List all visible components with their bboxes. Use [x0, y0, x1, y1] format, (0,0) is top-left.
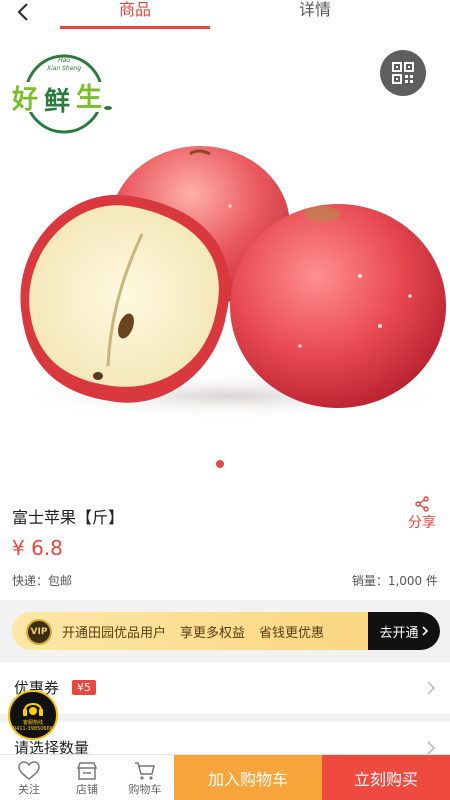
vip-text-2: 享更多权益 [180, 625, 246, 641]
tab-details[interactable]: 详情 [240, 0, 390, 32]
svg-text:Xian Sheng: Xian Sheng [46, 65, 81, 72]
share-button[interactable]: 分享 [408, 496, 436, 532]
product-price: ¥ 6.8 [12, 536, 63, 560]
svg-text:Hao: Hao [58, 57, 70, 64]
buy-now-button[interactable]: 立刻购买 [322, 755, 450, 800]
share-label: 分享 [408, 515, 436, 531]
bottom-action-bar: 关注 店铺 购物车 加入购物车 立刻购买 [0, 754, 450, 800]
svg-text:生: 生 [76, 83, 102, 113]
cart-button[interactable]: 购物车 [120, 761, 170, 797]
favorite-label: 关注 [18, 783, 40, 796]
qr-code-button[interactable] [380, 50, 426, 96]
gallery-indicator-dot[interactable] [216, 460, 224, 468]
vip-text-3: 省钱更优惠 [259, 625, 325, 641]
service-title: 客服热线 [22, 720, 43, 726]
share-icon [415, 496, 429, 512]
headset-icon [23, 703, 43, 716]
svg-text:鲜: 鲜 [44, 87, 70, 117]
favorite-button[interactable]: 关注 [4, 761, 54, 797]
product-name: 富士苹果【斤】 [12, 508, 125, 527]
svg-text:好: 好 [11, 85, 38, 115]
service-phone: 0411-39850666 [13, 726, 53, 732]
add-to-cart-button[interactable]: 加入购物车 [174, 755, 322, 800]
shipping-info: 快递：包邮 [12, 574, 73, 588]
heart-icon [18, 761, 40, 780]
vip-text-1: 开通田园优品用户 [62, 625, 167, 641]
store-label: 店铺 [76, 783, 98, 796]
product-photo [10, 146, 450, 420]
sales-count: 销量：1,000 件 [351, 574, 438, 588]
qr-code-icon [392, 62, 414, 84]
back-button[interactable] [8, 0, 38, 24]
product-gallery[interactable]: Hao Xian Sheng 好 鲜 生 [0, 36, 450, 476]
coupon-row[interactable]: 优惠券 ¥5 [0, 662, 450, 714]
chevron-right-icon [421, 626, 428, 636]
vip-banner[interactable]: VIP 开通田园优品用户 享更多权益 省钱更优惠 去开通 [12, 612, 440, 650]
top-bar: 商品 详情 [0, 0, 450, 36]
chevron-left-icon [17, 3, 28, 21]
product-info: 富士苹果【斤】 分享 ¥ 6.8 快递：包邮 销量：1,000 件 [0, 476, 450, 600]
store-button[interactable]: 店铺 [62, 761, 112, 797]
store-icon [76, 762, 98, 780]
cart-icon [135, 762, 155, 780]
vip-activate-label: 去开通 [379, 625, 419, 641]
vip-activate-button[interactable]: 去开通 [368, 612, 440, 650]
chevron-right-icon [427, 681, 436, 695]
customer-service-button[interactable]: 客服热线 0411-39850666 [8, 690, 58, 740]
vip-benefits: 开通田园优品用户 享更多权益 省钱更优惠 [62, 612, 324, 650]
tab-product[interactable]: 商品 [60, 0, 210, 32]
vip-crown-icon: VIP [26, 619, 52, 645]
cart-label: 购物车 [128, 783, 162, 796]
coupon-tag: ¥5 [72, 680, 96, 695]
